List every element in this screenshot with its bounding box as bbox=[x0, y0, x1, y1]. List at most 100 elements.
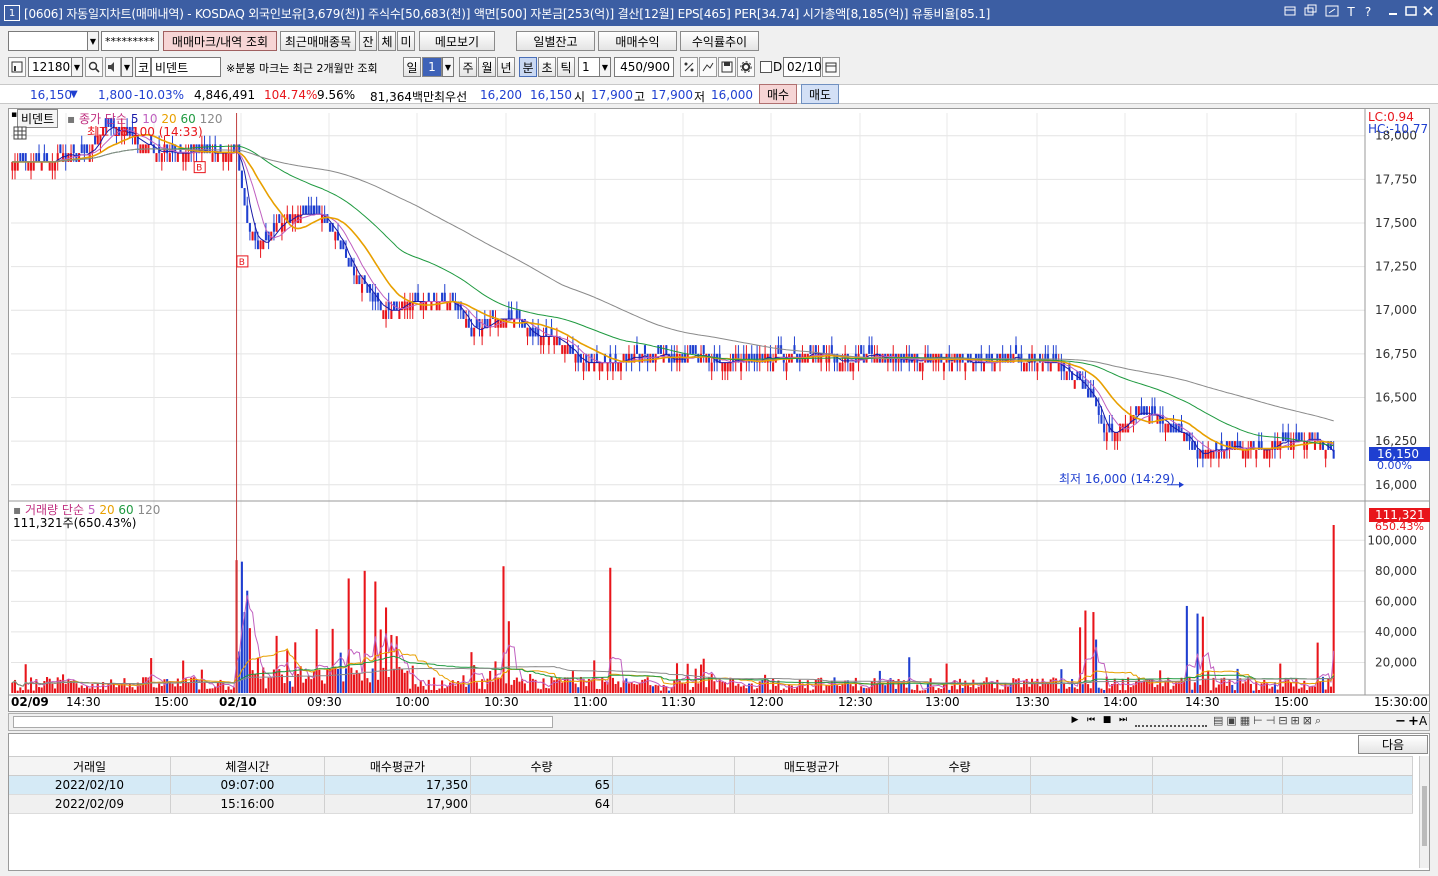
volume-bar bbox=[734, 685, 737, 693]
period-tick-tab[interactable]: 틱 bbox=[557, 57, 575, 77]
recent-trades-button[interactable]: 최근매매종목 bbox=[280, 31, 356, 51]
speaker-dropdown-icon[interactable]: ▼ bbox=[121, 57, 133, 77]
volume-bar bbox=[142, 677, 145, 693]
indicator-icon[interactable] bbox=[680, 57, 698, 77]
interval-dropdown-icon[interactable]: ▼ bbox=[599, 57, 611, 77]
gear-icon[interactable] bbox=[737, 57, 755, 77]
memo-view-button[interactable]: 메모보기 bbox=[419, 31, 495, 51]
trade-profit-button[interactable]: 매매수익 bbox=[598, 31, 677, 51]
table-row[interactable]: 2022/02/09 15:16:00 17,900 64 bbox=[9, 795, 1413, 814]
candle-chart[interactable]: 16,00016,25016,50016,75017,00017,25017,5… bbox=[9, 109, 1429, 711]
zoom-out-icon[interactable]: − bbox=[1395, 714, 1406, 729]
candle bbox=[982, 362, 986, 372]
volume-bar bbox=[860, 686, 863, 693]
stock-code-input[interactable]: 121800 bbox=[28, 57, 78, 77]
window-title: [0606] 자동일지차트(매매내역) - KOSDAQ 외국인보유[3,679… bbox=[24, 6, 991, 21]
volume-bar bbox=[336, 669, 340, 693]
minimize-icon[interactable] bbox=[1385, 4, 1401, 20]
table-scroll-thumb[interactable] bbox=[1422, 786, 1427, 846]
account-input[interactable] bbox=[8, 31, 88, 51]
restore-panel-icon[interactable] bbox=[1282, 4, 1298, 20]
link-icon[interactable] bbox=[1324, 4, 1340, 20]
chart-scroll-bar[interactable]: ▶ ⏮ ■ ⏭ ▤▣▦⊢⊣⊟⊞⊠⌕ − + A bbox=[8, 713, 1430, 731]
volume-bar bbox=[825, 685, 828, 693]
drawing-tool-icon[interactable] bbox=[699, 57, 717, 77]
market-selector[interactable]: 코 bbox=[135, 57, 151, 77]
next-button[interactable]: 다음 bbox=[1358, 735, 1428, 754]
zoom-in-icon[interactable]: + bbox=[1408, 714, 1419, 729]
volume-bar bbox=[1044, 683, 1047, 693]
volume-bar bbox=[675, 663, 679, 693]
trade-table-header: 거래일 체결시간 매수평균가 수량 매도평균가 수량 bbox=[9, 756, 1413, 776]
volume-bar bbox=[46, 677, 49, 693]
period-minute-tab[interactable]: 분 bbox=[519, 57, 537, 77]
speaker-icon[interactable] bbox=[105, 57, 121, 77]
period-week-tab[interactable]: 주 bbox=[459, 57, 477, 77]
candle bbox=[304, 205, 307, 215]
password-input[interactable]: ********* bbox=[101, 31, 159, 51]
date-checkbox[interactable] bbox=[760, 61, 772, 73]
unfilled-button[interactable]: 미 bbox=[397, 31, 415, 51]
chart-layout-icon[interactable] bbox=[8, 57, 26, 77]
period-month-tab[interactable]: 월 bbox=[478, 57, 496, 77]
period-day-tab[interactable]: 일 bbox=[403, 57, 421, 77]
stock-name-field[interactable]: 비덴트 bbox=[151, 57, 221, 77]
rewind-icon[interactable]: ⏮ bbox=[1083, 715, 1099, 729]
volume-bar bbox=[641, 679, 644, 693]
volume-bar bbox=[1188, 677, 1191, 693]
scroll-thumb[interactable] bbox=[13, 716, 553, 728]
volume-bar bbox=[822, 690, 825, 693]
volume-bar bbox=[1132, 685, 1135, 693]
candle bbox=[278, 214, 281, 223]
balance-button[interactable]: 잔 bbox=[359, 31, 377, 51]
grid-toggle-icon[interactable] bbox=[13, 126, 29, 140]
period-day-count[interactable]: 1 bbox=[422, 57, 442, 77]
stop-icon[interactable]: ■ bbox=[1099, 715, 1115, 729]
candle bbox=[1073, 380, 1076, 389]
fast-forward-icon[interactable]: ⏭ bbox=[1115, 715, 1131, 729]
price-change: 1,800 bbox=[98, 88, 133, 102]
data-count-input[interactable]: 450/900 bbox=[614, 57, 674, 77]
candle bbox=[1036, 362, 1039, 372]
buy-button[interactable]: 매수 bbox=[759, 84, 797, 104]
volume-bar bbox=[974, 688, 978, 693]
empty-cell bbox=[1153, 795, 1283, 813]
text-size-icon[interactable]: T bbox=[1343, 4, 1359, 20]
return-trend-button[interactable]: 수익률추이 bbox=[680, 31, 759, 51]
table-row[interactable]: 2022/02/10 09:07:00 17,350 65 bbox=[9, 776, 1413, 795]
close-icon[interactable] bbox=[1420, 4, 1436, 20]
candle bbox=[243, 188, 246, 206]
search-icon[interactable] bbox=[85, 57, 103, 77]
help-icon[interactable]: ? bbox=[1360, 4, 1376, 20]
volume-bar bbox=[54, 688, 57, 693]
cascade-window-icon[interactable] bbox=[1303, 4, 1319, 20]
period-year-tab[interactable]: 년 bbox=[497, 57, 515, 77]
maximize-icon[interactable] bbox=[1403, 4, 1419, 20]
candle bbox=[328, 222, 332, 232]
table-scrollbar[interactable] bbox=[1419, 756, 1429, 868]
volume-bar bbox=[932, 686, 935, 693]
daily-balance-button[interactable]: 일별잔고 bbox=[516, 31, 595, 51]
interval-input[interactable]: 1 bbox=[578, 57, 600, 77]
volume-bar bbox=[702, 658, 705, 693]
trade-mark-query-button[interactable]: 매매마크/내역 조회 bbox=[163, 31, 277, 51]
scroll-right-icon[interactable]: ▶ bbox=[1067, 715, 1083, 729]
volume-bar bbox=[256, 657, 259, 693]
sell-button[interactable]: 매도 bbox=[801, 84, 839, 104]
period-count-dropdown-icon[interactable]: ▼ bbox=[442, 57, 454, 77]
date-input[interactable]: 02/10 bbox=[783, 57, 822, 77]
font-size-icon[interactable]: A bbox=[1419, 714, 1427, 728]
zoom-slider[interactable] bbox=[1135, 717, 1207, 727]
chart-area[interactable]: 16,000 16,250 16,500 16,750 17,000 17,250 17,5… bbox=[8, 108, 1430, 712]
save-icon[interactable] bbox=[718, 57, 736, 77]
executed-button[interactable]: 체 bbox=[378, 31, 396, 51]
candle bbox=[435, 301, 438, 311]
calendar-icon[interactable] bbox=[822, 57, 840, 77]
stock-code-dropdown-icon[interactable]: ▼ bbox=[71, 57, 83, 77]
chart-tools-icons[interactable]: ▤▣▦⊢⊣⊟⊞⊠⌕ bbox=[1213, 714, 1393, 730]
account-dropdown-icon[interactable]: ▼ bbox=[87, 31, 99, 51]
period-second-tab[interactable]: 초 bbox=[538, 57, 556, 77]
candle bbox=[1049, 362, 1052, 372]
volume-bar bbox=[569, 680, 572, 693]
volume-bar bbox=[465, 686, 468, 693]
